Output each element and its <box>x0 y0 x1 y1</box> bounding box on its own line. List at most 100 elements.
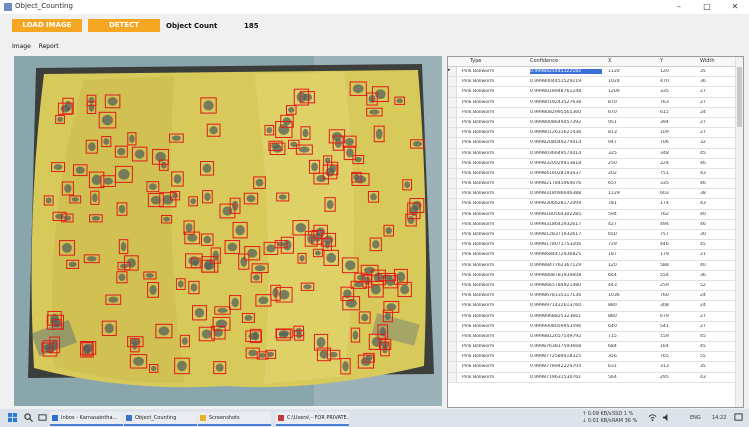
cell-confidence[interactable]: 0.9998763817593668 <box>530 344 602 349</box>
taskbar-app[interactable]: Object_Counting <box>124 412 197 426</box>
cell-y[interactable]: 120 <box>660 69 669 74</box>
taskbar-app[interactable]: Screenshots <box>198 412 271 426</box>
cell-y[interactable]: 446 <box>660 242 669 247</box>
table-row[interactable]: Pink Bollworm 0.9998208049274414 947 706 32 <box>448 138 735 149</box>
cell-y[interactable]: 335 <box>660 181 669 186</box>
cell-x[interactable]: 781 <box>608 201 617 206</box>
row-header[interactable]: ▸ <box>448 67 457 77</box>
cell-width[interactable]: 46 <box>700 161 706 166</box>
cell-width[interactable]: 27 <box>700 314 706 319</box>
table-row[interactable]: Pink Bollworm 0.9998036649574414 325 348 45 <box>448 148 735 159</box>
cell-confidence[interactable]: 0.9998318641932617 <box>530 222 602 227</box>
table-row[interactable]: Pink Bollworm 0.9998416028193437 202 751 43 <box>448 168 735 180</box>
cell-y[interactable]: 615 <box>660 110 669 115</box>
cell-x[interactable]: 1036 <box>608 293 620 298</box>
cell-confidence[interactable]: 0.9998012631621436 <box>530 130 602 135</box>
table-row[interactable]: Pink Bollworm 0.9998772589418325 356 765 55 <box>448 352 735 363</box>
cell-y[interactable]: 259 <box>660 283 669 288</box>
cell-y[interactable]: 494 <box>660 222 669 227</box>
cell-confidence[interactable]: 0.9998684472936825 <box>530 252 602 257</box>
cell-width[interactable]: 27 <box>700 324 706 329</box>
cell-confidence[interactable]: 0.9998808781934608 <box>530 273 602 278</box>
cell-y[interactable]: 164 <box>660 344 669 349</box>
row-header[interactable] <box>448 270 457 280</box>
cell-type[interactable]: Pink Bollworm <box>462 161 494 166</box>
load-image-button[interactable]: LOAD IMAGE <box>12 19 82 32</box>
cell-confidence[interactable]: 0.9998425445322182 <box>530 69 602 74</box>
cell-x[interactable]: 670 <box>608 110 617 115</box>
cell-type[interactable]: Pink Bollworm <box>462 283 494 288</box>
row-header[interactable] <box>448 107 457 117</box>
cell-y[interactable]: 394 <box>660 120 669 125</box>
cell-width[interactable]: 36 <box>700 273 706 278</box>
table-row[interactable]: Pink Bollworm 0.9998847762367129 120 588 40 <box>448 260 735 271</box>
row-header[interactable] <box>448 342 457 352</box>
cell-confidence[interactable]: 0.9998217845964076 <box>530 181 602 186</box>
cell-type[interactable]: Pink Bollworm <box>462 232 494 237</box>
row-header[interactable] <box>448 168 457 179</box>
cell-x[interactable]: 1129 <box>608 191 620 196</box>
table-row[interactable]: Pink Bollworm 0.9998808781934608 664 554 36 <box>448 270 735 281</box>
cell-type[interactable]: Pink Bollworm <box>462 375 494 380</box>
table-row[interactable]: Pink Bollworm 0.9998320029413818 250 224 46 <box>448 158 735 169</box>
cell-width[interactable]: 40 <box>700 212 706 217</box>
table-row[interactable]: Pink Bollworm 0.9998778942224704 631 313 35 <box>448 362 735 373</box>
row-header[interactable] <box>448 158 457 168</box>
close-button[interactable]: ✕ <box>721 0 749 14</box>
cell-confidence[interactable]: 0.9998318096646388 <box>530 191 602 196</box>
cell-type[interactable]: Pink Bollworm <box>462 324 494 329</box>
cell-confidence[interactable]: 0.9998180564302285 <box>530 212 602 217</box>
row-header[interactable] <box>448 219 457 229</box>
cell-confidence[interactable]: 0.9998306628172009 <box>530 201 602 206</box>
cell-y[interactable]: 308 <box>660 303 669 308</box>
cell-confidence[interactable]: 0.9998019243527638 <box>530 100 602 105</box>
cell-width[interactable]: 21 <box>700 252 706 257</box>
row-header[interactable] <box>448 372 457 382</box>
cell-type[interactable]: Pink Bollworm <box>462 110 494 115</box>
cell-confidence[interactable]: 0.9998678135317136 <box>530 293 602 298</box>
cell-width[interactable]: 45 <box>700 151 706 156</box>
cell-width[interactable]: 35 <box>700 364 706 369</box>
tab-image[interactable]: Image <box>12 43 31 50</box>
cell-y[interactable]: 762 <box>660 212 669 217</box>
cell-width[interactable]: 27 <box>700 89 706 94</box>
cell-y[interactable]: 763 <box>660 100 669 105</box>
cell-type[interactable]: Pink Bollworm <box>462 140 494 145</box>
table-row[interactable]: Pink Bollworm 0.9998684472936825 187 179 21 <box>448 250 735 261</box>
cell-y[interactable]: 179 <box>660 252 669 257</box>
row-header[interactable] <box>448 331 457 342</box>
col-y[interactable]: Y <box>660 58 663 64</box>
cell-type[interactable]: Pink Bollworm <box>462 120 494 125</box>
cell-width[interactable]: 40 <box>700 263 706 268</box>
row-header[interactable] <box>448 301 457 311</box>
row-header[interactable] <box>448 148 457 158</box>
cell-x[interactable]: 715 <box>608 334 617 339</box>
cell-type[interactable]: Pink Bollworm <box>462 222 494 227</box>
cell-type[interactable]: Pink Bollworm <box>462 293 494 298</box>
table-row[interactable]: Pink Bollworm 0.9998318096646388 1129 603 38 <box>448 189 735 200</box>
cell-width[interactable]: 46 <box>700 222 706 227</box>
task-view-icon[interactable] <box>38 413 47 422</box>
cell-y[interactable]: 159 <box>660 334 669 339</box>
scroll-thumb[interactable] <box>737 67 742 127</box>
cell-confidence[interactable]: 0.9998128371932617 <box>530 232 602 237</box>
table-row[interactable]: Pink Bollworm 0.9998012631621436 813 109 27 <box>448 128 735 139</box>
cell-x[interactable]: 951 <box>608 120 617 125</box>
cell-y[interactable]: 335 <box>660 89 669 94</box>
cell-confidence[interactable]: 0.9998018948761248 <box>530 89 602 94</box>
cell-x[interactable]: 250 <box>608 161 617 166</box>
cell-y[interactable]: 760 <box>660 293 669 298</box>
row-header[interactable] <box>448 352 457 362</box>
cell-type[interactable]: Pink Bollworm <box>462 191 494 196</box>
col-type[interactable]: Type <box>470 58 481 64</box>
cell-width[interactable]: 36 <box>700 79 706 84</box>
row-header[interactable] <box>448 260 457 270</box>
cell-y[interactable]: 679 <box>660 314 669 319</box>
cell-width[interactable]: 43 <box>700 171 706 176</box>
row-header[interactable] <box>448 199 457 209</box>
cell-type[interactable]: Pink Bollworm <box>462 130 494 135</box>
cell-type[interactable]: Pink Bollworm <box>462 171 494 176</box>
row-header[interactable] <box>448 291 457 301</box>
cell-type[interactable]: Pink Bollworm <box>462 69 494 74</box>
cell-type[interactable]: Pink Bollworm <box>462 273 494 278</box>
